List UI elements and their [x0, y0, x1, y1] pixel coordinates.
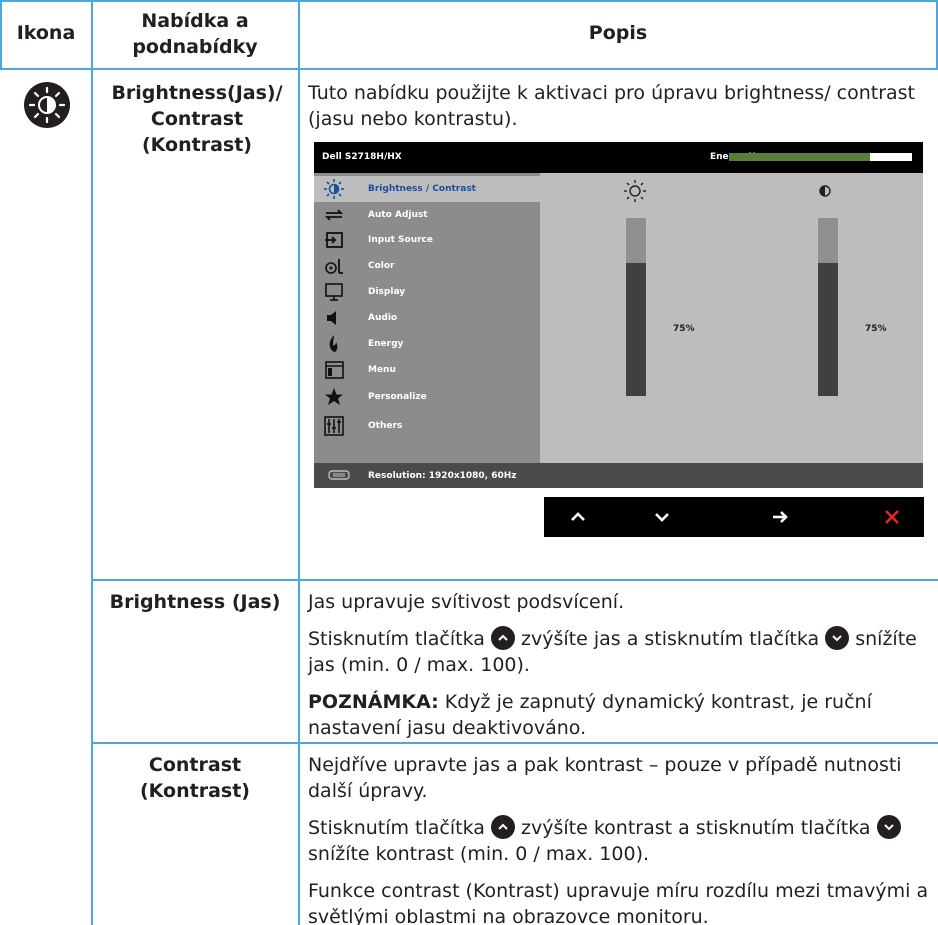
brightness-p1: Jas upravuje svítivost podsvícení.: [308, 591, 625, 613]
note-label: POZNÁMKA:: [308, 691, 439, 713]
down-button-icon: [825, 626, 850, 650]
brightness-value: 75%: [673, 324, 695, 334]
osd-menu-item-label: Energy: [368, 339, 404, 349]
others-icon: [324, 416, 344, 436]
osd-menu-item-label: Audio: [368, 313, 398, 323]
osd-menu-list: Brightness / Contrast Auto Adjust Input So…: [314, 173, 540, 463]
osd-menu-item-label: Color: [368, 261, 395, 271]
osd-menu-item[interactable]: Brightness / Contrast: [314, 176, 540, 202]
col-divider: [298, 0, 300, 925]
osd-menu-item[interactable]: Energy: [314, 331, 540, 357]
contrast-p2-text: Stisknutím tlačítka: [308, 817, 485, 839]
osd-navigation-buttons: [544, 497, 924, 537]
osd-resolution: Resolution: 1920x1080, 60Hz: [368, 471, 517, 481]
row-divider: [91, 579, 938, 581]
connector-icon: [328, 470, 350, 480]
osd-brightness-contrast-panel: 75% 75%: [540, 173, 923, 463]
brightness-p2: Stisknutím tlačítka zvýšíte jas a stiskn…: [308, 626, 933, 678]
table-left-border: [0, 0, 2, 69]
osd-menu-item[interactable]: Menu: [314, 357, 540, 383]
energy-icon: [324, 334, 344, 354]
col-divider: [91, 0, 93, 925]
header-description: Popis: [588, 22, 648, 44]
osd-menu-item-label: Auto Adjust: [368, 210, 428, 220]
osd-menu-item[interactable]: Auto Adjust: [314, 202, 540, 228]
header-icon: Ikona: [16, 22, 76, 44]
main-item-description: Tuto nabídku použijte k aktivaci pro úpr…: [308, 82, 916, 130]
right-arrow-icon[interactable]: [760, 497, 800, 537]
audio-icon: [324, 308, 344, 328]
auto-adjust-icon: [324, 205, 344, 225]
osd-status-bar: Resolution: 1920x1080, 60Hz: [314, 463, 923, 488]
brightness-p2-text: Stisknutím tlačítka: [308, 628, 485, 650]
osd-screenshot: Dell S2718H/HX Energy Use Brightness / C…: [314, 142, 923, 488]
contrast-description: Nejdříve upravte jas a pak kontrast – po…: [308, 752, 933, 925]
brightness-p2-text: zvýšíte jas a stisknutím tlačítka: [521, 628, 820, 650]
close-icon[interactable]: [872, 497, 912, 537]
osd-menu-item[interactable]: Color: [314, 253, 540, 279]
display-icon: [324, 282, 344, 302]
brightness-slider[interactable]: [626, 218, 646, 396]
osd-menu-item-label: Input Source: [368, 235, 433, 245]
contrast-p2-text: zvýšíte kontrast a stisknutím tlačítka: [521, 817, 871, 839]
up-arrow-icon[interactable]: [558, 497, 598, 537]
brightness-icon: [324, 179, 344, 199]
osd-menu-item-label: Menu: [368, 365, 396, 375]
up-button-icon: [490, 815, 515, 839]
contrast-value: 75%: [865, 324, 887, 334]
color-icon: [324, 256, 344, 276]
osd-menu-item[interactable]: Others: [314, 413, 540, 439]
osd-menu-item[interactable]: Audio: [314, 305, 540, 331]
brightness-note: POZNÁMKA: Když je zapnutý dynamický kont…: [308, 689, 933, 741]
input-source-icon: [324, 230, 344, 250]
energy-use-fill: [729, 153, 870, 161]
submenu-contrast: Contrast (Kontrast): [139, 754, 250, 802]
brightness-description: Jas upravuje svítivost podsvícení. Stisk…: [308, 589, 933, 741]
contrast-slider[interactable]: [818, 218, 838, 396]
contrast-p2: Stisknutím tlačítka zvýšíte kontrast a s…: [308, 815, 933, 867]
osd-menu-item[interactable]: Input Source: [314, 227, 540, 253]
submenu-brightness: Brightness (Jas): [109, 591, 281, 613]
row-divider: [91, 742, 938, 744]
osd-menu-item[interactable]: Personalize: [314, 384, 540, 410]
menu-item-brightness-contrast: Brightness(Jas)/ Contrast (Kontrast): [111, 82, 283, 156]
osd-title-bar: Dell S2718H/HX Energy Use: [314, 142, 923, 173]
brightness-slider-fill: [626, 262, 646, 396]
osd-menu-item-label: Others: [368, 421, 403, 431]
sun-icon: [624, 180, 646, 202]
contrast-p2-text: snížíte kontrast (min. 0 / max. 100).: [308, 843, 650, 865]
contrast-p1: Nejdříve upravte jas a pak kontrast – po…: [308, 754, 902, 802]
contrast-p3: Funkce contrast (Kontrast) upravuje míru…: [308, 880, 929, 925]
table-top-border: [0, 0, 938, 2]
contrast-icon: [819, 185, 831, 197]
menu-icon: [324, 360, 344, 380]
osd-menu-item-label: Brightness / Contrast: [368, 184, 476, 194]
osd-menu-item-label: Display: [368, 287, 406, 297]
header-bottom-border: [0, 68, 938, 70]
osd-model-name: Dell S2718H/HX: [322, 152, 402, 162]
brightness-contrast-icon: [24, 82, 70, 128]
header-menu: Nabídka a podnabídky: [132, 10, 258, 58]
energy-use-meter: [729, 153, 912, 161]
up-button-icon: [490, 626, 515, 650]
osd-menu-item[interactable]: Display: [314, 279, 540, 305]
down-button-icon: [876, 815, 901, 839]
contrast-slider-fill: [818, 262, 838, 396]
star-icon: [324, 387, 344, 407]
down-arrow-icon[interactable]: [642, 497, 682, 537]
osd-menu-item-label: Personalize: [368, 392, 427, 402]
